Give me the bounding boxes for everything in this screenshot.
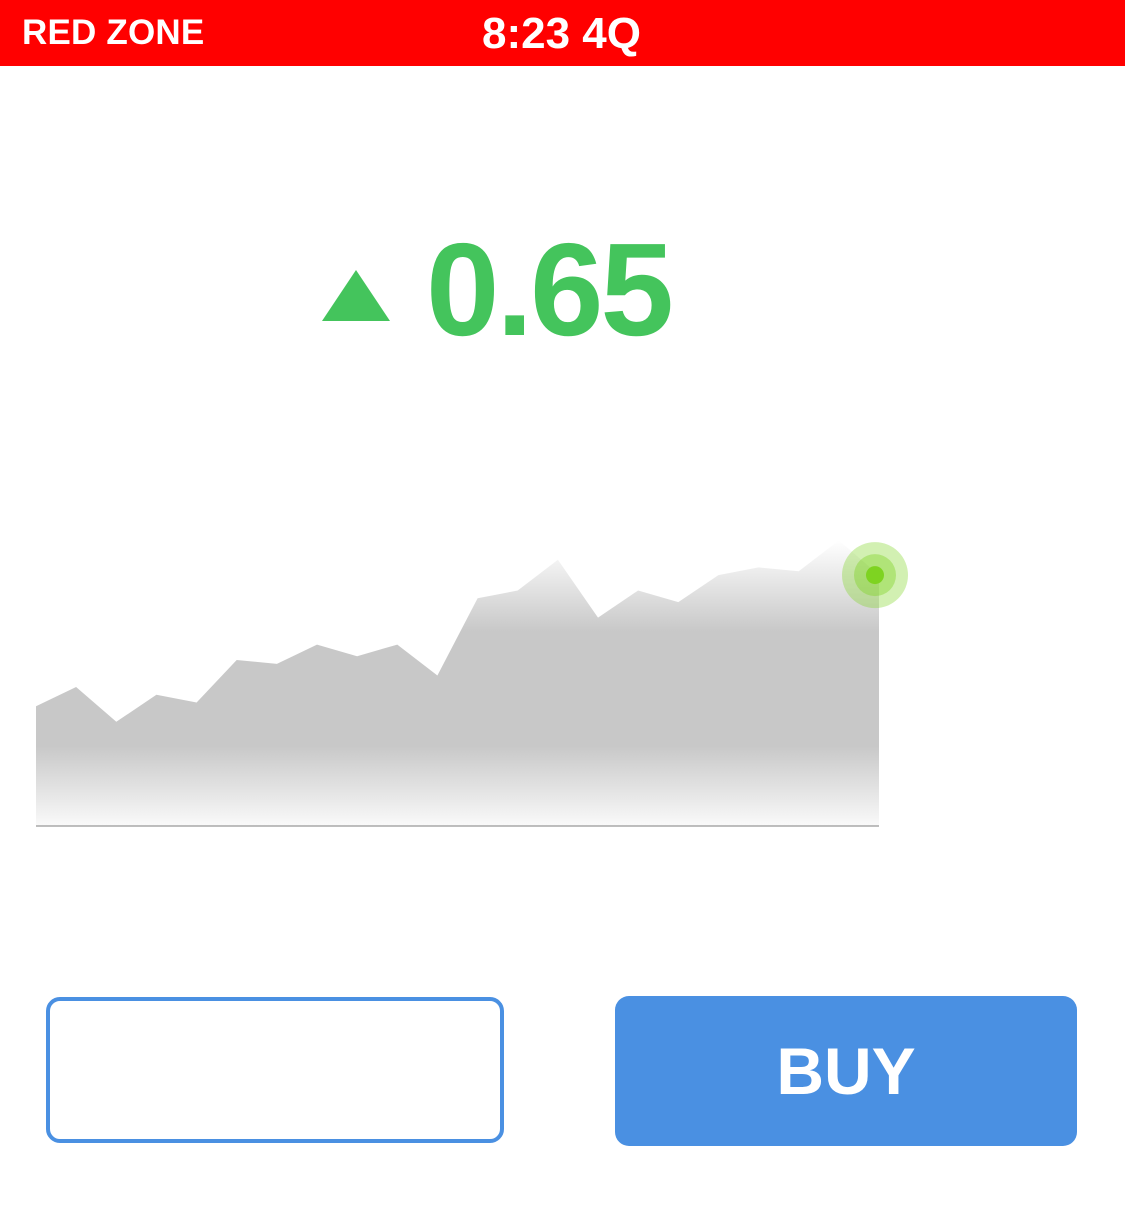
price-chart [34, 439, 1005, 827]
amount-input[interactable] [46, 997, 504, 1143]
chart-area [36, 540, 879, 826]
game-clock: 8:23 4Q [482, 9, 641, 58]
price-change: 0.65 [322, 216, 674, 363]
current-price-marker [866, 566, 884, 585]
up-arrow-icon [322, 269, 390, 321]
change-value: 0.65 [426, 216, 674, 363]
status-bar: RED ZONE 8:23 4Q [0, 0, 1125, 66]
zone-label: RED ZONE [22, 13, 205, 52]
buy-button[interactable]: BUY [615, 996, 1077, 1146]
